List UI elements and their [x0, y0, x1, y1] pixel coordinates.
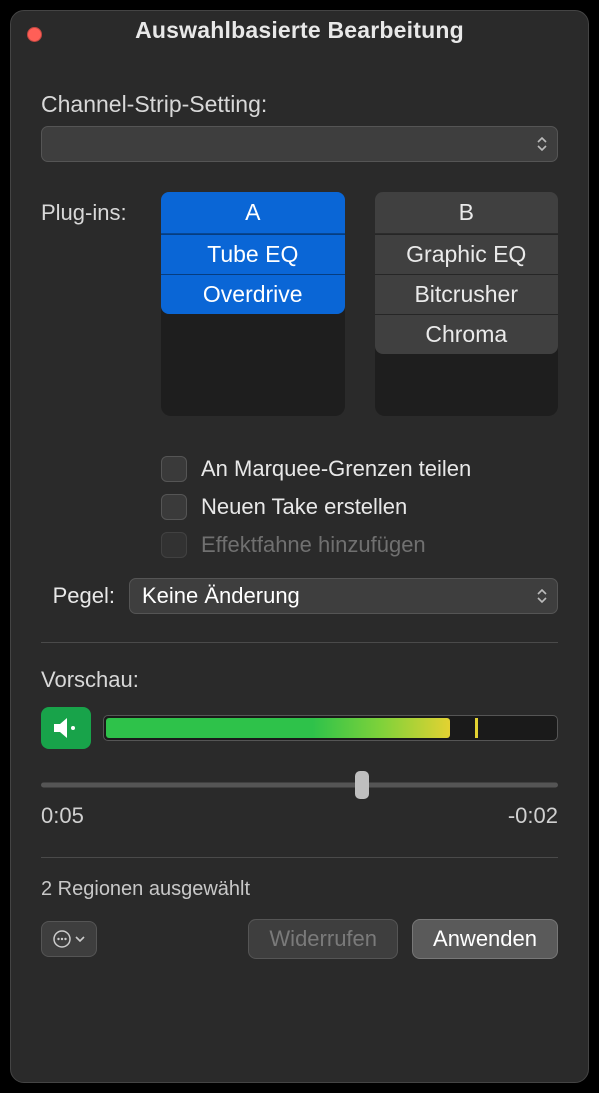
pegel-select[interactable]: Keine Änderung: [129, 578, 558, 614]
plugin-item[interactable]: Graphic EQ: [375, 234, 559, 274]
plugin-item[interactable]: Chroma: [375, 314, 559, 354]
ellipsis-circle-icon: [53, 930, 71, 948]
plugins-label: Plug-ins:: [41, 192, 151, 226]
level-meter-fill: [106, 718, 450, 738]
slider-track: [41, 783, 558, 788]
checkbox-label: Effektfahne hinzufügen: [201, 532, 426, 558]
plugin-slot-a-header[interactable]: A: [161, 192, 345, 234]
plugin-item[interactable]: Overdrive: [161, 274, 345, 314]
level-meter-peak: [475, 718, 478, 738]
speaker-icon: [52, 716, 80, 740]
chevron-updown-icon: [537, 589, 547, 603]
plugin-item[interactable]: Tube EQ: [161, 234, 345, 274]
check-row-new-take: Neuen Take erstellen: [161, 494, 558, 520]
pegel-label: Pegel:: [41, 583, 119, 609]
selection-status: 2 Regionen ausgewählt: [41, 878, 558, 901]
checkbox-label: Neuen Take erstellen: [201, 494, 407, 520]
more-options-button[interactable]: [41, 921, 97, 957]
checkbox-new-take[interactable]: [161, 494, 187, 520]
divider: [41, 642, 558, 643]
divider: [41, 857, 558, 858]
pegel-value: Keine Änderung: [142, 583, 300, 609]
check-row-effect-flag: Effektfahne hinzufügen: [161, 532, 558, 558]
close-window-button[interactable]: [27, 27, 42, 42]
chevron-updown-icon: [537, 137, 547, 151]
titlebar: Auswahlbasierte Bearbeitung: [11, 11, 588, 51]
window-frame: Auswahlbasierte Bearbeitung Channel-Stri…: [10, 10, 589, 1083]
apply-button[interactable]: Anwenden: [412, 919, 558, 959]
preview-play-button[interactable]: [41, 707, 91, 749]
time-end: -0:02: [508, 803, 558, 829]
preview-label: Vorschau:: [41, 667, 558, 693]
timeline-slider[interactable]: [41, 775, 558, 795]
time-start: 0:05: [41, 803, 84, 829]
channel-strip-select[interactable]: [41, 126, 558, 162]
channel-strip-label: Channel-Strip-Setting:: [41, 91, 558, 118]
window-title: Auswahlbasierte Bearbeitung: [11, 17, 588, 44]
undo-button[interactable]: Widerrufen: [248, 919, 398, 959]
checkbox-effect-flag: [161, 532, 187, 558]
plugin-column-b: B Graphic EQ Bitcrusher Chroma: [375, 192, 559, 416]
chevron-down-icon: [75, 936, 85, 942]
check-row-marquee: An Marquee-Grenzen teilen: [161, 456, 558, 482]
plugin-slot-b-header[interactable]: B: [375, 192, 559, 234]
plugin-item[interactable]: Bitcrusher: [375, 274, 559, 314]
level-meter: [103, 715, 558, 741]
checkbox-label: An Marquee-Grenzen teilen: [201, 456, 471, 482]
slider-thumb[interactable]: [355, 771, 369, 799]
plugin-column-a: A Tube EQ Overdrive: [161, 192, 345, 416]
checkbox-marquee[interactable]: [161, 456, 187, 482]
